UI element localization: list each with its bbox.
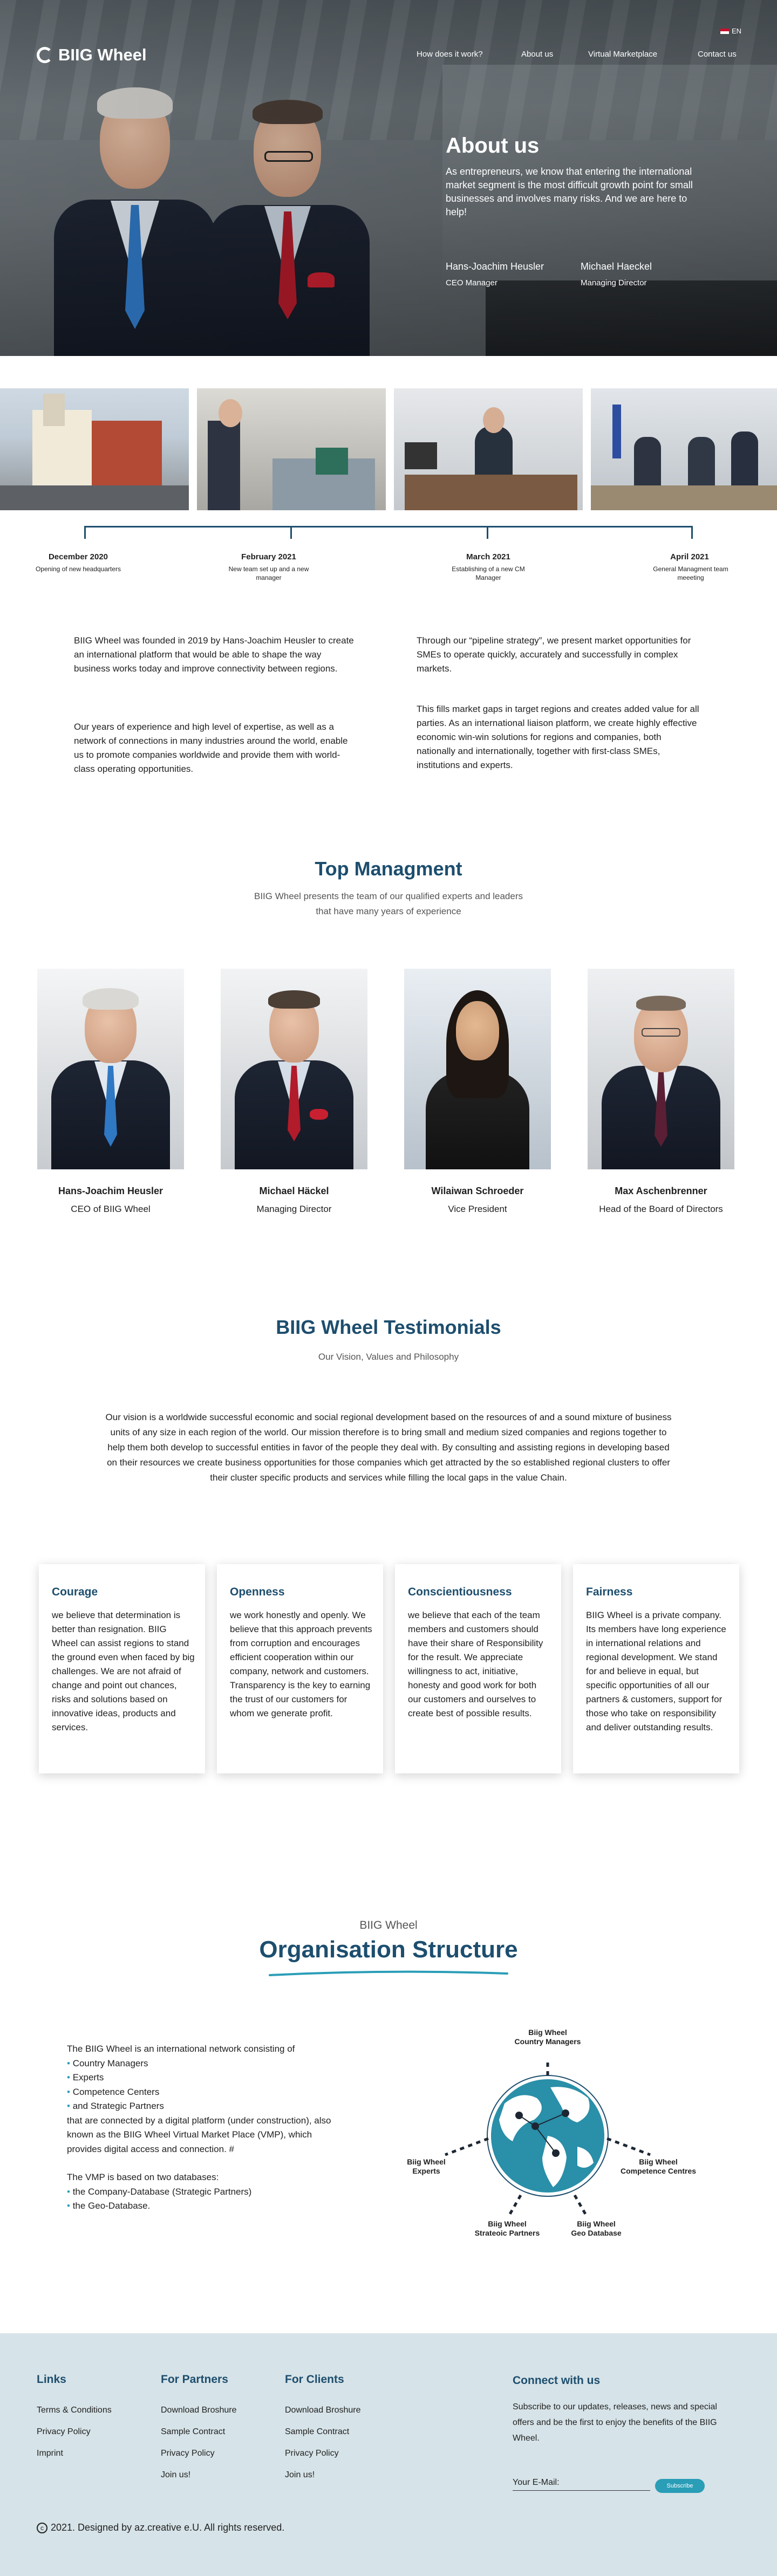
- clients-contract-link[interactable]: Sample Contract: [285, 2427, 349, 2437]
- testimonials-title: BIIG Wheel Testimonials: [276, 1316, 501, 1338]
- timeline-desc: New team set up and a new manager: [228, 565, 309, 581]
- copyright: c 2021. Designed by az.creative e.U. All…: [37, 2522, 284, 2533]
- team-role: Head of the Board of Directors: [599, 1204, 723, 1214]
- team-name: Hans-Joachim Heusler: [58, 1186, 163, 1196]
- team-name: Max Aschenbrenner: [615, 1186, 707, 1196]
- about-text: As entrepreneurs, we know that entering …: [446, 166, 693, 217]
- value-card-courage: Courage we believe that determination is…: [39, 1564, 205, 1773]
- partners-contract-link[interactable]: Sample Contract: [161, 2427, 225, 2437]
- card-text: we believe that determination is better …: [52, 1610, 195, 1732]
- timeline-line: [84, 526, 693, 527]
- diagram-strategic-partners: Biig Wheel Strateoic Partners: [474, 2219, 540, 2237]
- copyright-icon: c: [37, 2522, 47, 2533]
- diagram-country-managers: Biig Wheel Country Managers: [514, 2028, 581, 2046]
- management-title: Top Managment: [315, 858, 462, 880]
- partners-privacy-link[interactable]: Privacy Policy: [161, 2449, 215, 2458]
- card-text: we work honestly and openly. We believe …: [230, 1610, 372, 1718]
- about-role-heusler: CEO Manager: [446, 278, 497, 287]
- timeline-date: February 2021: [241, 552, 296, 561]
- testimonials-subtitle: Our Vision, Values and Philosophy: [318, 1352, 459, 1362]
- about-name-haeckel: Michael Haeckel: [581, 261, 652, 272]
- team-role: CEO of BIIG Wheel: [71, 1204, 151, 1214]
- language-switch[interactable]: EN: [720, 27, 741, 35]
- value-card-fairness: Fairness BIIG Wheel is a private company…: [573, 1564, 739, 1773]
- intro-left-1: BIIG Wheel was founded in 2019 by Hans-J…: [74, 635, 354, 674]
- timeline-date: April 2021: [670, 552, 709, 561]
- intro-right-2: This fills market gaps in target regions…: [417, 704, 699, 770]
- clients-join-link[interactable]: Join us!: [285, 2470, 315, 2480]
- nav-virtual-marketplace[interactable]: Virtual Marketplace: [588, 50, 657, 59]
- subscribe-button[interactable]: Subscribe: [655, 2479, 705, 2493]
- portrait-haeckel: [221, 969, 367, 1169]
- timeline-tick: [487, 526, 488, 539]
- card-text: BIIG Wheel is a private company. Its mem…: [586, 1610, 726, 1732]
- portrait-aschenbrenner: [588, 969, 734, 1169]
- connect-text: Subscribe to our updates, releases, news…: [513, 2402, 717, 2443]
- connect-title: Connect with us: [513, 2374, 601, 2387]
- about-title: About us: [446, 134, 540, 157]
- card-title: Openness: [230, 1586, 285, 1598]
- timeline-tick: [691, 526, 693, 539]
- photo-cm-manager: [394, 388, 583, 510]
- portrait-heusler: [37, 969, 184, 1169]
- footer-link-terms[interactable]: Terms & Conditions: [37, 2406, 112, 2415]
- photo-headquarters: [0, 388, 189, 510]
- diagram-experts: Biig Wheel Experts: [407, 2157, 446, 2175]
- photo-team-office: [197, 388, 386, 510]
- value-card-openness: Openness we work honestly and openly. We…: [217, 1564, 383, 1773]
- timeline-tick: [290, 526, 292, 539]
- logo[interactable]: BIIG Wheel: [37, 45, 147, 65]
- card-title: Fairness: [586, 1586, 633, 1598]
- team-role: Vice President: [448, 1204, 507, 1214]
- team-name: Michael Häckel: [259, 1186, 329, 1196]
- uk-flag-icon: [720, 28, 729, 34]
- about-role-haeckel: Managing Director: [581, 278, 647, 287]
- footer-clients-title: For Clients: [285, 2373, 344, 2386]
- email-underline: [513, 2490, 650, 2491]
- photo-team-meeting: [591, 388, 777, 510]
- nav-about-us[interactable]: About us: [521, 50, 553, 59]
- partners-brochure-link[interactable]: Download Broshure: [161, 2406, 237, 2415]
- timeline-date: March 2021: [466, 552, 510, 561]
- timeline-desc: General Managment team meeeting: [653, 565, 728, 581]
- timeline-tick: [84, 526, 86, 539]
- portrait-schroeder: [404, 969, 551, 1169]
- diagram-competence-centres: Biig Wheel Competence Centres: [620, 2157, 697, 2175]
- timeline-desc: Establishing of a new CM Manager: [452, 565, 525, 581]
- org-title: Organisation Structure: [259, 1936, 518, 1963]
- value-card-conscientiousness: Conscientiousness we believe that each o…: [395, 1564, 561, 1773]
- intro-left-2: Our years of experience and high level o…: [74, 722, 348, 774]
- footer: [0, 2333, 777, 2576]
- card-title: Courage: [52, 1586, 98, 1598]
- about-name-heusler: Hans-Joachim Heusler: [446, 261, 544, 272]
- timeline-date: December 2020: [48, 552, 108, 561]
- footer-partners-title: For Partners: [161, 2373, 228, 2386]
- management-subtitle: BIIG Wheel presents the team of our qual…: [254, 891, 523, 916]
- card-text: we believe that each of the team members…: [408, 1610, 543, 1718]
- email-label: Your E-Mail:: [513, 2478, 560, 2487]
- footer-link-privacy[interactable]: Privacy Policy: [37, 2427, 91, 2437]
- footer-links-title: Links: [37, 2373, 66, 2386]
- nav-how-it-works[interactable]: How does it work?: [417, 50, 483, 59]
- vision-text: Our vision is a worldwide successful eco…: [105, 1412, 672, 1483]
- email-input[interactable]: [564, 2477, 650, 2490]
- wheel-logo-icon: [37, 47, 53, 63]
- clients-brochure-link[interactable]: Download Broshure: [285, 2406, 361, 2415]
- clients-privacy-link[interactable]: Privacy Policy: [285, 2449, 339, 2458]
- diagram-geo-database: Biig Wheel Geo Database: [571, 2219, 622, 2237]
- org-title-underline: [269, 1970, 508, 1976]
- timeline-desc: Opening of new headquarters: [35, 565, 121, 573]
- footer-link-imprint[interactable]: Imprint: [37, 2449, 63, 2458]
- org-kicker: BIIG Wheel: [359, 1919, 418, 1931]
- org-diagram: Biig Wheel Country Managers Biig Wheel E…: [394, 2028, 728, 2265]
- org-description: The BIIG Wheel is an international netwo…: [67, 2044, 331, 2211]
- intro-right-1: Through our “pipeline strategy”, we pres…: [417, 635, 691, 674]
- partners-join-link[interactable]: Join us!: [161, 2470, 190, 2480]
- team-name: Wilaiwan Schroeder: [431, 1186, 524, 1196]
- nav-contact-us[interactable]: Contact us: [698, 50, 737, 59]
- card-title: Conscientiousness: [408, 1586, 512, 1598]
- team-role: Managing Director: [256, 1204, 332, 1214]
